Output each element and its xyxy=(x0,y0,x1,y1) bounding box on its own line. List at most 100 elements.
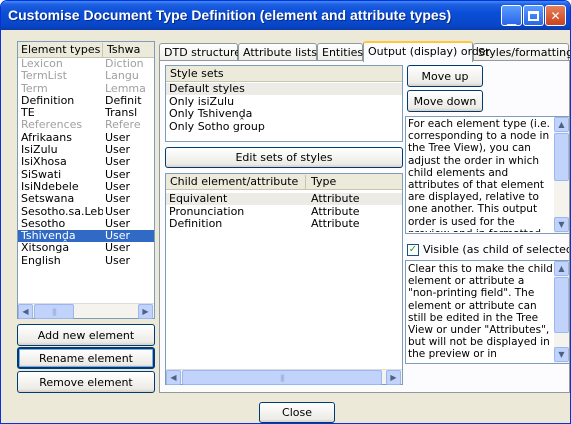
scroll-down-button[interactable]: ▼ xyxy=(554,347,569,362)
element-type: Refere xyxy=(105,119,141,132)
edit-style-sets-button[interactable]: Edit sets of styles xyxy=(165,147,403,168)
title-bar[interactable]: Customise Document Type Definition (elem… xyxy=(1,1,570,30)
element-list-item[interactable]: IsiXhosa User xyxy=(18,156,154,168)
close-window-button[interactable]: ✕ xyxy=(545,5,566,26)
add-element-button[interactable]: Add new element xyxy=(17,324,155,346)
scroll-left-button[interactable]: ◀ xyxy=(166,370,181,385)
element-name: References xyxy=(21,119,83,132)
element-name: English xyxy=(21,254,61,267)
scroll-up-button[interactable]: ▲ xyxy=(554,261,569,276)
element-list-item[interactable]: Tshivenḓa User xyxy=(18,230,154,243)
element-type: User xyxy=(105,205,131,218)
style-set-item[interactable]: Only isiZulu xyxy=(166,95,402,108)
child-row[interactable]: Equivalent Attribute xyxy=(166,193,402,205)
element-list-item[interactable]: Xitsonga User xyxy=(18,242,154,254)
column-header-style-sets[interactable]: Style sets xyxy=(166,67,402,82)
tab-dtd-structure[interactable]: DTD structure xyxy=(159,43,241,61)
tab-entities[interactable]: Entities xyxy=(317,43,363,61)
scroll-thumb[interactable]: ||| xyxy=(182,370,382,385)
scroll-thumb[interactable] xyxy=(554,277,569,333)
child-name: Pronunciation xyxy=(169,204,245,218)
element-name: Sesotho.sa.Leboa xyxy=(21,205,103,218)
column-header-type[interactable]: Type xyxy=(307,175,402,190)
child-elements-grid[interactable]: Child element/attribute Type Equivalent … xyxy=(165,173,403,385)
element-list-item[interactable]: Lexicon Diction xyxy=(18,58,154,70)
chevron-right-icon: ▶ xyxy=(142,307,149,316)
element-list-item[interactable]: Term Lemma xyxy=(18,83,154,95)
tab-output-display-order[interactable]: Output (display) order xyxy=(363,41,490,62)
scroll-down-button[interactable]: ▼ xyxy=(554,217,569,232)
visible-help-vscrollbar[interactable]: ▲ ▼ xyxy=(554,261,569,363)
element-list-item[interactable]: TE Transl xyxy=(18,107,154,119)
visible-checkbox[interactable]: ✓ xyxy=(407,244,419,256)
element-name: Sesotho xyxy=(21,217,66,230)
column-header-child[interactable]: Child element/attribute xyxy=(166,175,306,190)
element-list-item[interactable]: SiSwati User xyxy=(18,169,154,181)
element-name: Xitsonga xyxy=(21,242,70,255)
element-list-item[interactable]: TermList Langu xyxy=(18,70,154,82)
visible-help-box: Clear this to make the child element or … xyxy=(405,260,569,364)
scroll-up-button[interactable]: ▲ xyxy=(554,117,569,132)
scroll-right-button[interactable]: ▶ xyxy=(386,370,401,385)
element-list-item[interactable]: IsiZulu User xyxy=(18,144,154,156)
chevron-down-icon: ▼ xyxy=(558,220,565,229)
minimize-button[interactable]: ▁ xyxy=(501,5,522,26)
child-name: Definition xyxy=(169,217,223,230)
scroll-thumb[interactable] xyxy=(554,133,569,181)
element-type: User xyxy=(105,156,131,169)
child-grid-hscrollbar[interactable]: ◀ ||| ▶ xyxy=(166,369,402,385)
remove-element-button[interactable]: Remove element xyxy=(17,371,155,393)
maximize-icon xyxy=(528,10,539,21)
child-type: Attribute xyxy=(311,192,360,205)
element-name: Lexicon xyxy=(21,58,63,70)
style-set-item[interactable]: Default styles xyxy=(166,83,402,95)
element-list-item[interactable]: IsiNdebele User xyxy=(18,181,154,193)
chevron-left-icon: ◀ xyxy=(22,307,29,316)
chevron-right-icon: ▶ xyxy=(390,373,397,382)
element-name: IsiZulu xyxy=(21,144,58,157)
scroll-right-button[interactable]: ▶ xyxy=(138,304,153,319)
maximize-button[interactable] xyxy=(523,5,544,26)
element-list-item[interactable]: Afrikaans User xyxy=(18,132,154,144)
element-list-item[interactable]: Setswana User xyxy=(18,193,154,205)
close-button[interactable]: Close xyxy=(259,402,335,423)
scroll-left-button[interactable]: ◀ xyxy=(18,304,33,319)
element-type: User xyxy=(105,144,131,157)
element-list-item[interactable]: Definition Definit xyxy=(18,95,154,107)
move-up-button[interactable]: Move up xyxy=(407,65,483,87)
move-down-button[interactable]: Move down xyxy=(407,90,483,112)
child-grid-header: Child element/attribute Type xyxy=(166,174,402,190)
element-list-hscrollbar[interactable]: ◀ ||| ▶ xyxy=(18,303,154,319)
element-type: Diction xyxy=(105,58,144,70)
child-name: Equivalent xyxy=(169,192,228,205)
style-sets-list[interactable]: Style sets Default styles Only isiZulu O… xyxy=(165,65,403,142)
element-type: User xyxy=(105,131,131,144)
element-list-item[interactable]: Sesotho User xyxy=(18,218,154,230)
element-types-list[interactable]: Element types Tshwa Lexicon Diction TermLi… xyxy=(17,41,155,319)
checkmark-icon: ✓ xyxy=(408,244,418,255)
element-name: Definition xyxy=(21,94,75,107)
element-list-item[interactable]: English User xyxy=(18,255,154,267)
style-set-item[interactable]: Only Tshivenḓa xyxy=(166,108,402,120)
element-type: User xyxy=(105,180,131,193)
element-name: TE xyxy=(21,107,35,120)
element-name: Term xyxy=(21,82,48,95)
style-sets-header: Style sets xyxy=(166,66,402,82)
column-header-tshwa[interactable]: Tshwa xyxy=(104,43,154,56)
grip-icon: ||| xyxy=(279,373,285,382)
visible-checkbox-label[interactable]: Visible (as child of selected eler xyxy=(423,243,569,256)
tab-attribute-lists[interactable]: Attribute lists xyxy=(238,43,317,61)
style-set-item[interactable]: Only Sotho group xyxy=(166,120,402,133)
element-list-item[interactable]: References Refere xyxy=(18,119,154,131)
help-vscrollbar[interactable]: ▲ ▼ xyxy=(554,117,569,233)
element-type: User xyxy=(105,254,131,267)
element-list-item[interactable]: Sesotho.sa.LeboaUser xyxy=(18,206,154,218)
scroll-thumb[interactable]: ||| xyxy=(34,304,74,319)
child-row[interactable]: Pronunciation Attribute xyxy=(166,204,402,218)
dialog-window: Customise Document Type Definition (elem… xyxy=(0,0,571,424)
column-header-element-types[interactable]: Element types xyxy=(18,43,103,58)
element-name: SiSwati xyxy=(21,168,62,181)
element-name: Tshivenḓa xyxy=(21,230,76,243)
rename-element-button[interactable]: Rename element xyxy=(17,347,155,369)
child-row[interactable]: Definition Attribute xyxy=(166,218,402,230)
